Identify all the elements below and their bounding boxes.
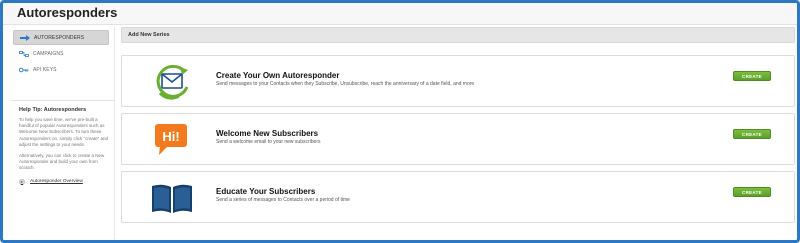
open-book-icon: [152, 184, 192, 213]
sidebar: AUTORESPONDERS CAMPAIGNS API KEYS Help T…: [11, 27, 115, 240]
create-button[interactable]: CREATE: [733, 71, 771, 81]
card-description: Send messages to your Contacts when they…: [216, 81, 475, 87]
card-title: Educate Your Subscribers: [216, 187, 316, 196]
series-card-educate: Educate Your Subscribers Send a series o…: [121, 171, 795, 223]
card-description: Send a welcome email to your new subscri…: [216, 139, 321, 145]
envelope-cycle-icon: [156, 64, 189, 100]
sidebar-divider: [11, 100, 115, 101]
sidebar-item-api-keys[interactable]: API KEYS: [13, 62, 109, 77]
create-button[interactable]: CREATE: [733, 129, 771, 139]
help-link-label: Autoresponder Overview: [30, 179, 83, 185]
page-title: Autoresponders: [17, 5, 118, 20]
help-tip-title: Help Tip: Autoresponders: [19, 107, 87, 113]
sidebar-item-campaigns[interactable]: CAMPAIGNS: [13, 46, 109, 61]
card-title: Welcome New Subscribers: [216, 129, 319, 138]
hi-text: Hi!: [162, 129, 179, 144]
section-header: Add New Series: [121, 27, 795, 43]
app-window: Autoresponders AUTORESPONDERS CAMPAIGNS …: [0, 0, 800, 243]
title-bar: Autoresponders: [3, 3, 797, 25]
arrow-right-icon: [20, 34, 30, 41]
key-icon: [19, 67, 29, 72]
sidebar-item-label: API KEYS: [33, 66, 57, 73]
sidebar-item-label: CAMPAIGNS: [33, 50, 64, 57]
card-title: Create Your Own Autoresponder: [216, 71, 340, 80]
main-content: Add New Series Create Your Own Autorespo…: [121, 27, 795, 240]
campaigns-icon: [19, 50, 29, 57]
create-button[interactable]: CREATE: [733, 187, 771, 197]
series-card-create-own: Create Your Own Autoresponder Send messa…: [121, 55, 795, 107]
play-icon: ▸: [19, 178, 25, 185]
sidebar-item-autoresponders[interactable]: AUTORESPONDERS: [13, 30, 109, 45]
card-description: Send a series of messages to Contacts ov…: [216, 197, 350, 203]
autoresponder-overview-link[interactable]: ▸ Autoresponder Overview: [19, 178, 109, 185]
help-tip-paragraph: Alternatively, you can click to create a…: [19, 153, 105, 171]
help-tip-paragraph: To help you save time, we've pre-built a…: [19, 117, 108, 147]
hi-speech-bubble-icon: Hi!: [155, 124, 187, 155]
sidebar-item-label: AUTORESPONDERS: [34, 34, 85, 41]
series-card-welcome: Hi! Welcome New Subscribers Send a welco…: [121, 113, 795, 165]
help-tip: Help Tip: Autoresponders To help you sav…: [19, 107, 109, 185]
